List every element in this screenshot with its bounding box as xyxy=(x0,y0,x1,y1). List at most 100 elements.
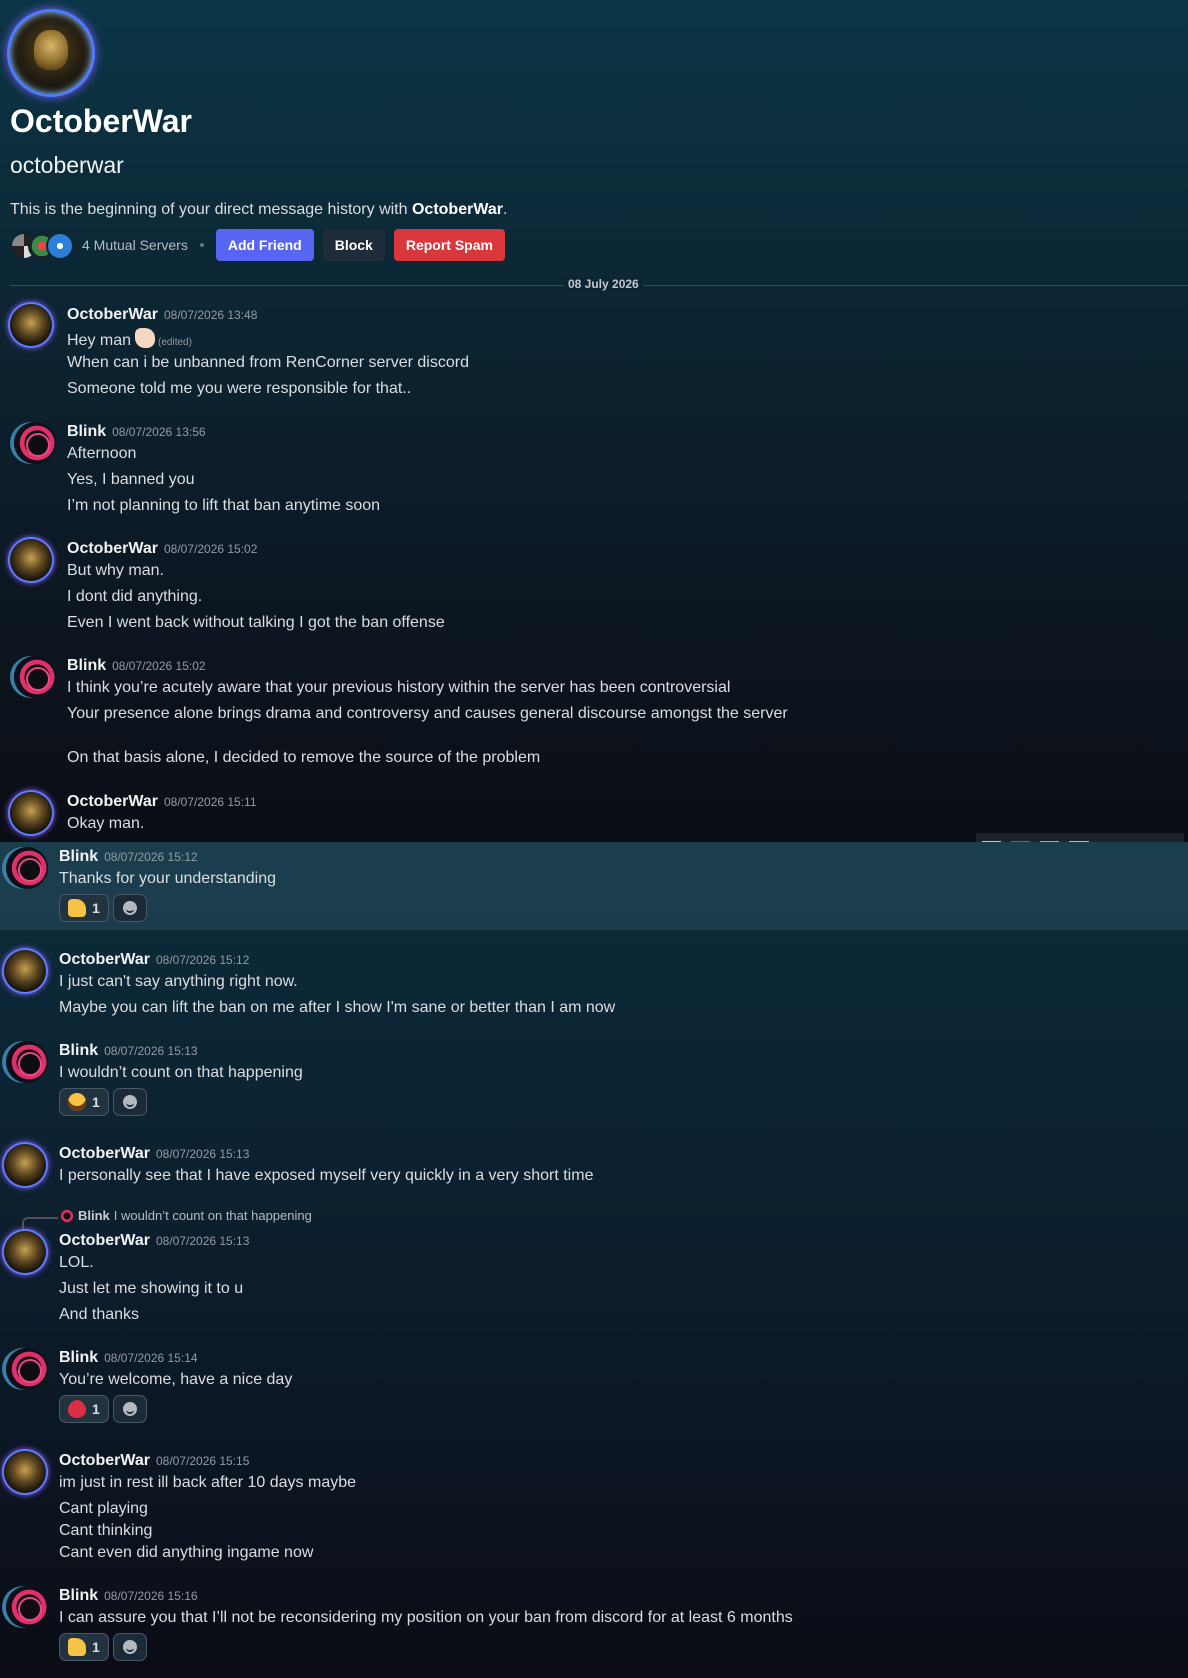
avatar[interactable] xyxy=(4,950,46,992)
message-header: OctoberWar 08/07/2026 15:15 xyxy=(59,1452,249,1470)
avatar[interactable] xyxy=(4,1231,46,1273)
message-timestamp: 08/07/2026 15:12 xyxy=(155,953,250,967)
profile-username: octoberwar xyxy=(10,152,124,178)
message-header: Blink 08/07/2026 15:13 xyxy=(59,1042,198,1060)
avatar[interactable] xyxy=(6,847,48,889)
date-divider-label: 08 July 2026 xyxy=(564,277,643,291)
reaction-chip[interactable]: 1 xyxy=(59,1633,109,1661)
red-heart-icon xyxy=(68,1400,86,1418)
avatar[interactable] xyxy=(6,1348,48,1390)
message-line: I wouldn’t count on that happening xyxy=(59,1064,303,1081)
add-reaction-button[interactable] xyxy=(112,1395,147,1423)
message-author[interactable]: OctoberWar xyxy=(59,1452,150,1469)
message-header: Blink 08/07/2026 15:14 xyxy=(59,1349,198,1367)
message-line: Someone told me you were responsible for… xyxy=(67,380,412,397)
message-line: Your presence alone brings drama and con… xyxy=(67,705,788,722)
message-line: I think you’re acutely aware that your p… xyxy=(67,679,731,696)
message-line: I’m not planning to lift that ban anytim… xyxy=(67,497,381,514)
avatar[interactable] xyxy=(14,656,56,698)
reaction-chip[interactable]: 1 xyxy=(59,1395,109,1423)
message-line: But why man. xyxy=(67,562,164,579)
message-line: Afternoon xyxy=(67,445,137,462)
message-line: I dont did anything. xyxy=(67,588,203,605)
edited-label: (edited) xyxy=(158,337,192,348)
mutual-servers-link[interactable]: 4 Mutual Servers xyxy=(82,237,188,253)
message-author[interactable]: OctoberWar xyxy=(67,306,158,323)
message-author[interactable]: OctoberWar xyxy=(59,1145,150,1162)
block-button[interactable]: Block xyxy=(322,229,385,261)
message-timestamp: 08/07/2026 15:16 xyxy=(104,1589,198,1603)
message-line: I can assure you that I’ll not be recons… xyxy=(59,1609,793,1626)
message-author[interactable]: Blink xyxy=(59,1349,98,1366)
report-spam-button[interactable]: Report Spam xyxy=(393,229,505,261)
message-line: Cant even did anything ingame now xyxy=(59,1544,314,1561)
avatar[interactable] xyxy=(10,304,52,346)
add-reaction-icon xyxy=(122,901,137,915)
message-header: OctoberWar 08/07/2026 15:12 xyxy=(59,951,249,969)
message-author[interactable]: OctoberWar xyxy=(67,793,158,810)
reaction-count: 1 xyxy=(92,1401,100,1417)
message-line: When can i be unbanned from RenCorner se… xyxy=(67,354,469,371)
message-line: And thanks xyxy=(59,1306,140,1323)
tears-of-joy-icon xyxy=(68,1093,86,1111)
message-author[interactable]: OctoberWar xyxy=(67,540,158,557)
reply-author: Blink xyxy=(78,1208,110,1223)
chat-panel-bottom: Blink 08/07/2026 15:12 Thanks for your un… xyxy=(0,842,1188,1678)
reactions-row: 1 xyxy=(59,1088,147,1116)
message-author[interactable]: Blink xyxy=(59,1042,98,1059)
message-timestamp: 08/07/2026 13:56 xyxy=(112,425,206,439)
reaction-count: 1 xyxy=(92,900,100,916)
message-author[interactable]: OctoberWar xyxy=(59,1232,150,1249)
message-author[interactable]: Blink xyxy=(67,423,106,440)
avatar[interactable] xyxy=(6,1586,48,1628)
message-line: Okay man. xyxy=(67,815,145,832)
add-reaction-button[interactable] xyxy=(112,894,147,922)
message-header: OctoberWar 08/07/2026 15:11 xyxy=(67,793,257,811)
add-reaction-button[interactable] xyxy=(112,1633,147,1661)
message-author[interactable]: Blink xyxy=(59,848,98,865)
message-line: Cant playing xyxy=(59,1500,148,1517)
message-timestamp: 08/07/2026 15:11 xyxy=(163,795,257,809)
intro-name: OctoberWar xyxy=(411,201,503,218)
avatar[interactable] xyxy=(4,1451,46,1493)
reaction-chip[interactable]: 1 xyxy=(59,1088,109,1116)
message-timestamp: 08/07/2026 15:13 xyxy=(155,1234,250,1248)
message-header: OctoberWar 08/07/2026 15:13 xyxy=(59,1145,249,1163)
avatar[interactable] xyxy=(14,422,56,464)
reply-avatar xyxy=(60,1208,74,1223)
server-icon xyxy=(46,232,74,260)
avatar[interactable] xyxy=(6,1041,48,1083)
profile-avatar[interactable] xyxy=(10,12,92,94)
message-line: On that basis alone, I decided to remove… xyxy=(67,749,541,766)
message-line: I just can't say anything right now. xyxy=(59,973,298,990)
message-header: Blink 08/07/2026 15:02 xyxy=(67,657,206,675)
reactions-row: 1 xyxy=(59,1633,147,1661)
thumbs-up-icon xyxy=(68,1638,86,1656)
message-author[interactable]: Blink xyxy=(59,1587,98,1604)
avatar[interactable] xyxy=(10,792,52,834)
message-timestamp: 08/07/2026 13:48 xyxy=(163,308,258,322)
avatar[interactable] xyxy=(10,539,52,581)
reply-spine xyxy=(22,1217,58,1229)
add-reaction-icon xyxy=(122,1402,137,1416)
reactions-row: 1 xyxy=(59,1395,147,1423)
message-line: Just let me showing it to u xyxy=(59,1280,244,1297)
thumbs-up-icon xyxy=(68,899,86,917)
add-reaction-icon xyxy=(122,1640,137,1654)
message-line: im just in rest ill back after 10 days m… xyxy=(59,1474,357,1491)
profile-display-name: OctoberWar xyxy=(10,103,192,139)
message-author[interactable]: Blink xyxy=(67,657,106,674)
message-timestamp: 08/07/2026 15:15 xyxy=(155,1454,250,1468)
add-reaction-button[interactable] xyxy=(112,1088,147,1116)
add-reaction-icon xyxy=(122,1095,137,1109)
message-header: OctoberWar 08/07/2026 13:48 xyxy=(67,306,257,324)
avatar[interactable] xyxy=(4,1144,46,1186)
message-header: OctoberWar 08/07/2026 15:13 xyxy=(59,1232,249,1250)
reply-preview[interactable]: Blink I wouldn’t count on that happening xyxy=(60,1208,312,1223)
mutual-server-icons[interactable] xyxy=(10,232,74,260)
reaction-chip[interactable]: 1 xyxy=(59,894,109,922)
message-header: Blink 08/07/2026 13:56 xyxy=(67,423,206,441)
message-author[interactable]: OctoberWar xyxy=(59,951,150,968)
message-timestamp: 08/07/2026 15:13 xyxy=(155,1147,250,1161)
add-friend-button[interactable]: Add Friend xyxy=(215,229,314,261)
